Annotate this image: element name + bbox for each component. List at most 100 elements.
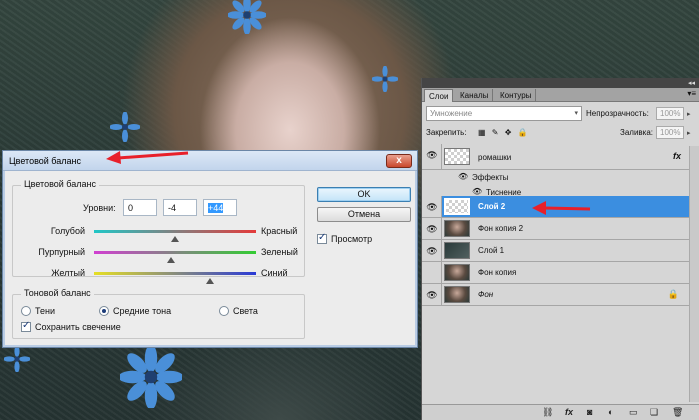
panel-tabs: Слои Каналы Контуры ▾≡ <box>422 88 699 102</box>
opacity-label: Непрозрачность: <box>586 109 649 118</box>
link-icon[interactable]: ⛓ <box>542 407 553 418</box>
fx-icon[interactable]: fx <box>673 151 681 161</box>
eye-icon[interactable]: 👁 <box>458 172 468 181</box>
visibility-column: 👁 <box>422 240 442 261</box>
visibility-column: 👁 <box>422 144 442 169</box>
yellow-blue-slider-thumb[interactable] <box>206 278 214 284</box>
eye-icon[interactable]: 👁 <box>426 149 438 161</box>
visibility-column: 👁 <box>422 196 442 217</box>
cyan-red-level-field[interactable]: 0 <box>123 199 157 216</box>
cyan-red-slider[interactable] <box>94 230 256 233</box>
cyan-label: Голубой <box>50 226 85 236</box>
magenta-green-level-field[interactable]: -4 <box>163 199 197 216</box>
midtones-label: Средние тона <box>113 306 172 316</box>
preserve-luminosity-checkbox[interactable] <box>21 320 31 332</box>
layer-row[interactable]: 👁 Фон копия 2 <box>422 218 699 240</box>
layer-name: Слой 1 <box>478 246 505 255</box>
layer-row[interactable]: 👁 ромашки fx ▴ <box>422 144 699 170</box>
yellow-label: Желтый <box>51 268 85 278</box>
preview-label: Просмотр <box>331 234 373 244</box>
fill-dropdown-icon[interactable]: ▸ <box>687 129 691 137</box>
blend-mode-select[interactable]: Умножение ▾ <box>426 106 582 121</box>
new-layer-icon[interactable]: ❏ <box>650 407 658 418</box>
shadows-label: Тени <box>35 306 55 316</box>
eye-icon[interactable]: 👁 <box>472 187 482 196</box>
annotation-arrow-icon <box>106 151 189 164</box>
fill-label: Заливка: <box>620 128 654 137</box>
mask-icon[interactable]: ◙ <box>587 407 592 417</box>
layer-row[interactable]: 👁 Фон 🔒 <box>422 284 699 306</box>
midtones-radio[interactable] <box>99 306 109 316</box>
fill-field[interactable]: 100% <box>656 126 684 139</box>
cyan-red-slider-thumb[interactable] <box>171 236 179 242</box>
yellow-blue-level-field[interactable]: +44 <box>203 199 237 216</box>
lock-transparency-icon[interactable]: ▦ <box>478 128 488 137</box>
layer-thumbnail <box>444 264 470 281</box>
group-label: Цветовой баланс <box>21 179 99 189</box>
magenta-green-slider-thumb[interactable] <box>167 257 175 263</box>
lock-label: Закрепить: <box>426 128 467 137</box>
blend-mode-value: Умножение <box>430 109 473 118</box>
dialog-titlebar[interactable]: Цветовой баланс x <box>3 151 417 171</box>
red-label: Красный <box>261 226 298 236</box>
lock-all-icon[interactable]: 🔒 <box>518 128 530 137</box>
layer-name: Фон копия 2 <box>478 224 524 233</box>
magenta-green-slider[interactable] <box>94 251 256 254</box>
tab-channels[interactable]: Каналы <box>456 89 494 102</box>
cancel-button[interactable]: Отмена <box>317 207 411 222</box>
flower-decoration-icon <box>4 346 30 372</box>
visibility-column: 👁 <box>422 284 442 305</box>
visibility-column <box>422 262 442 283</box>
layer-row[interactable]: Фон копия <box>422 262 699 284</box>
layer-name: Фон копия <box>478 268 517 277</box>
shadows-radio[interactable] <box>21 306 31 316</box>
green-label: Зеленый <box>261 247 298 257</box>
layer-thumbnail <box>444 220 470 237</box>
levels-label: Уровни: <box>83 203 116 213</box>
layer-row[interactable]: 👁 Слой 1 <box>422 240 699 262</box>
color-balance-group: Цветовой баланс Уровни: 0 -4 +44 Голубой… <box>12 179 305 284</box>
panel-bottom-toolbar: ⛓ fx ◙ ◐ ▭ ❏ 🗑 <box>422 404 699 420</box>
ok-button[interactable]: OK <box>317 187 411 202</box>
tone-balance-group: Тоновой баланс Тени Средние тона Света С… <box>12 288 305 339</box>
opacity-dropdown-icon[interactable]: ▸ <box>687 110 691 118</box>
eye-icon[interactable]: 👁 <box>426 201 438 213</box>
layers-scrollbar[interactable] <box>689 146 699 402</box>
group-label: Тоновой баланс <box>21 288 94 298</box>
layer-thumbnail <box>444 242 470 259</box>
eye-icon[interactable]: 👁 <box>426 223 438 235</box>
lock-icons[interactable]: ▦ ✎ ✥ 🔒 <box>478 128 530 137</box>
eye-icon[interactable]: 👁 <box>426 289 438 301</box>
layer-thumbnail <box>444 286 470 303</box>
magenta-label: Пурпурный <box>38 247 85 257</box>
lock-image-icon[interactable]: ✎ <box>492 128 501 137</box>
preview-checkbox[interactable] <box>317 232 327 244</box>
collapse-panel-icon[interactable]: ◂◂ <box>688 79 695 87</box>
highlights-radio[interactable] <box>219 306 229 316</box>
panel-menu-icon[interactable]: ▾≡ <box>687 89 696 98</box>
trash-icon[interactable]: 🗑 <box>672 407 683 418</box>
tab-paths[interactable]: Контуры <box>496 89 537 102</box>
effects-row[interactable]: 👁 Эффекты <box>422 170 699 185</box>
flower-decoration-icon <box>110 112 140 142</box>
highlights-label: Света <box>233 306 258 316</box>
eye-icon[interactable]: 👁 <box>426 245 438 257</box>
lock-position-icon[interactable]: ✥ <box>505 128 514 137</box>
layer-thumbnail <box>444 198 470 215</box>
lock-icon: 🔒 <box>667 289 679 299</box>
tab-layers[interactable]: Слои <box>424 89 454 102</box>
fx-icon[interactable]: fx <box>565 407 573 417</box>
panel-header-strip: ◂◂ <box>422 78 699 88</box>
flower-decoration-icon <box>228 0 266 34</box>
visibility-toggle-empty[interactable] <box>426 267 438 279</box>
dialog-title: Цветовой баланс <box>9 156 81 166</box>
close-button[interactable]: x <box>386 154 412 168</box>
group-icon[interactable]: ▭ <box>629 407 638 418</box>
layer-name: Фон <box>478 290 494 299</box>
layer-name: Слой 2 <box>478 202 506 211</box>
layer-name: ромашки <box>478 153 512 162</box>
yellow-blue-slider[interactable] <box>94 272 256 275</box>
visibility-column: 👁 <box>422 218 442 239</box>
opacity-field[interactable]: 100% <box>656 107 684 120</box>
adjustment-icon[interactable]: ◐ <box>608 407 613 417</box>
